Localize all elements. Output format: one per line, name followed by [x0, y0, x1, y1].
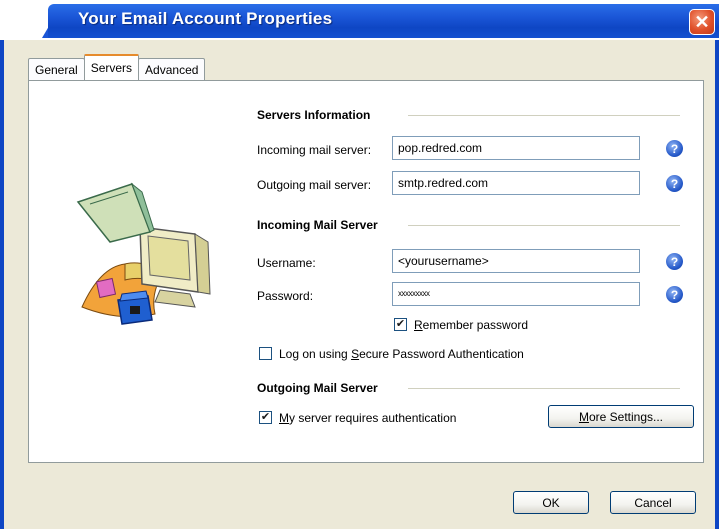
- cancel-button[interactable]: Cancel: [610, 491, 696, 514]
- spa-label-mnemonic: S: [351, 347, 360, 361]
- servers-information-divider: [408, 115, 680, 116]
- incoming-mail-server-divider: [408, 225, 680, 226]
- servers-information-header: Servers Information: [257, 108, 371, 122]
- username-help-icon[interactable]: ?: [666, 253, 683, 270]
- spa-label-prefix: Log on using: [279, 347, 352, 361]
- incoming-server-help-icon[interactable]: ?: [666, 140, 683, 157]
- ok-button[interactable]: OK: [513, 491, 589, 514]
- incoming-mail-server-header: Incoming Mail Server: [257, 218, 378, 232]
- requires-auth-mnemonic: M: [279, 411, 289, 425]
- password-input[interactable]: xxxxxxxxx: [392, 282, 640, 306]
- spa-checkbox[interactable]: [259, 347, 272, 360]
- computer-mail-illustration-icon: [76, 182, 211, 325]
- remember-password-label[interactable]: Remember password: [414, 318, 528, 332]
- username-label: Username:: [257, 256, 316, 270]
- more-settings-mnemonic: M: [578, 409, 589, 424]
- outgoing-server-help-icon[interactable]: ?: [666, 175, 683, 192]
- password-label: Password:: [257, 289, 314, 303]
- requires-auth-checkbox[interactable]: [259, 411, 272, 424]
- outgoing-mail-server-label: Outgoing mail server:: [257, 178, 372, 192]
- outgoing-mail-server-input[interactable]: smtp.redred.com: [392, 171, 640, 195]
- tab-general[interactable]: General: [28, 58, 85, 80]
- outgoing-mail-server-header: Outgoing Mail Server: [257, 381, 378, 395]
- remember-password-rest: emember password: [422, 318, 529, 332]
- spa-label-rest: ecure Password Authentication: [359, 347, 524, 361]
- title-bar: Your Email Account Properties ✕: [0, 0, 719, 40]
- tab-servers[interactable]: Servers: [83, 54, 140, 80]
- more-settings-rest: ore Settings...: [588, 409, 664, 424]
- outgoing-mail-server-divider: [408, 388, 680, 389]
- incoming-mail-server-input[interactable]: pop.redred.com: [392, 136, 640, 160]
- incoming-mail-server-label: Incoming mail server:: [257, 143, 372, 157]
- username-input[interactable]: <yourusername>: [392, 249, 640, 273]
- remember-password-checkbox[interactable]: [394, 318, 407, 331]
- spa-label[interactable]: Log on using Secure Password Authenticat…: [279, 347, 524, 361]
- window-border-left: [0, 40, 4, 529]
- more-settings-button[interactable]: More Settings...: [548, 405, 694, 428]
- tab-advanced[interactable]: Advanced: [138, 58, 206, 80]
- remember-password-mnemonic: R: [414, 318, 423, 332]
- requires-auth-label[interactable]: My server requires authentication: [279, 411, 456, 425]
- window-title: Your Email Account Properties: [78, 9, 333, 28]
- requires-auth-rest: y server requires authentication: [289, 411, 457, 425]
- close-button[interactable]: ✕: [689, 9, 715, 35]
- window-border-right: [715, 40, 719, 529]
- tab-strip: General Servers Advanced: [28, 54, 206, 80]
- password-help-icon[interactable]: ?: [666, 286, 683, 303]
- close-icon: ✕: [694, 12, 710, 32]
